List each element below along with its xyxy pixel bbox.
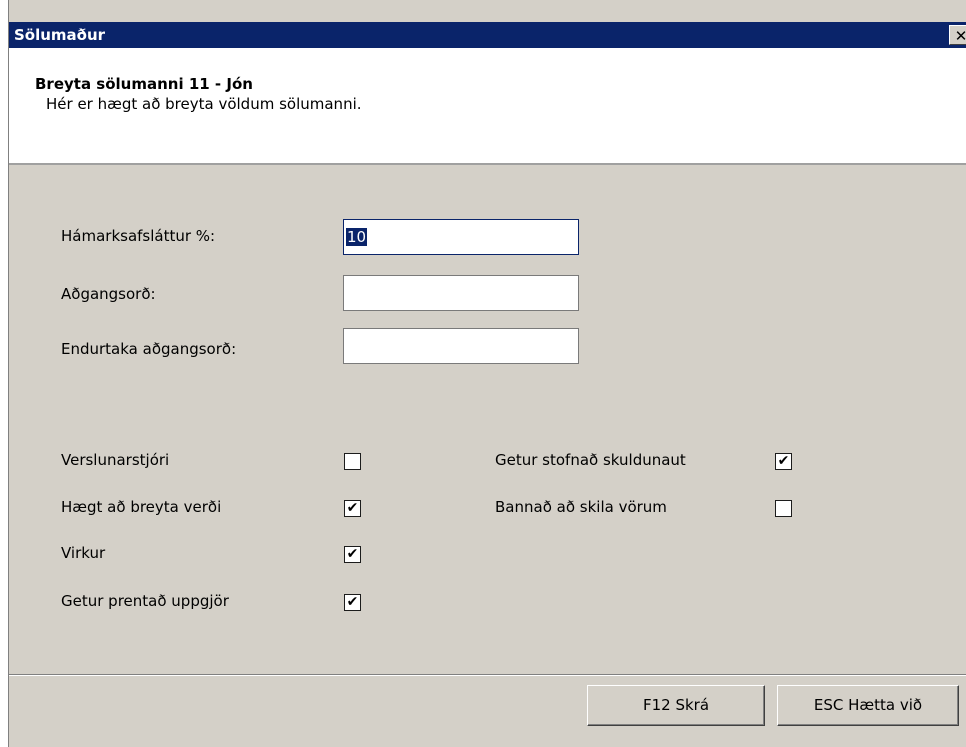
active-label: Virkur: [61, 544, 106, 562]
no-returns-label: Bannað að skila vörum: [495, 498, 667, 516]
password-input[interactable]: [343, 275, 579, 311]
header-subtitle: Hér er hægt að breyta völdum sölumanni.: [46, 95, 362, 113]
discount-input[interactable]: 10: [343, 219, 579, 255]
window-title: Sölumaður: [14, 26, 106, 44]
discount-label: Hámarksafsláttur %:: [61, 227, 216, 245]
store-manager-checkbox[interactable]: [344, 453, 361, 470]
no-returns-checkbox[interactable]: [775, 500, 792, 517]
can-change-price-label: Hægt að breyta verði: [61, 498, 222, 516]
active-checkbox[interactable]: ✔: [344, 546, 361, 563]
checkmark-icon: ✔: [777, 453, 790, 469]
checkmark-icon: ✔: [346, 500, 359, 516]
password-repeat-input[interactable]: [343, 328, 579, 364]
title-bar: Sölumaður ✕: [9, 22, 966, 48]
cancel-button[interactable]: ESC Hætta við: [777, 685, 959, 726]
discount-value: 10: [346, 228, 368, 246]
save-button[interactable]: F12 Skrá: [587, 685, 765, 726]
can-print-settlement-label: Getur prentað uppgjör: [61, 592, 229, 610]
store-manager-label: Verslunarstjóri: [61, 451, 170, 469]
password-label: Aðgangsorð:: [61, 285, 156, 303]
can-create-debtor-label: Getur stofnað skuldunaut: [495, 451, 686, 469]
background-strip: [0, 0, 8, 747]
dialog-header: Breyta sölumanni 11 - Jón Hér er hægt að…: [9, 48, 966, 165]
header-title: Breyta sölumanni 11 - Jón: [35, 75, 253, 93]
close-button[interactable]: ✕: [949, 25, 966, 45]
footer-divider: [9, 674, 966, 676]
can-change-price-checkbox[interactable]: ✔: [344, 500, 361, 517]
checkmark-icon: ✔: [346, 546, 359, 562]
can-create-debtor-checkbox[interactable]: ✔: [775, 453, 792, 470]
close-icon: ✕: [954, 27, 966, 45]
password-repeat-label: Endurtaka aðgangsorð:: [61, 340, 237, 358]
can-print-settlement-checkbox[interactable]: ✔: [344, 594, 361, 611]
dialog-window: Sölumaður ✕ Breyta sölumanni 11 - Jón Hé…: [8, 0, 966, 747]
checkmark-icon: ✔: [346, 594, 359, 610]
